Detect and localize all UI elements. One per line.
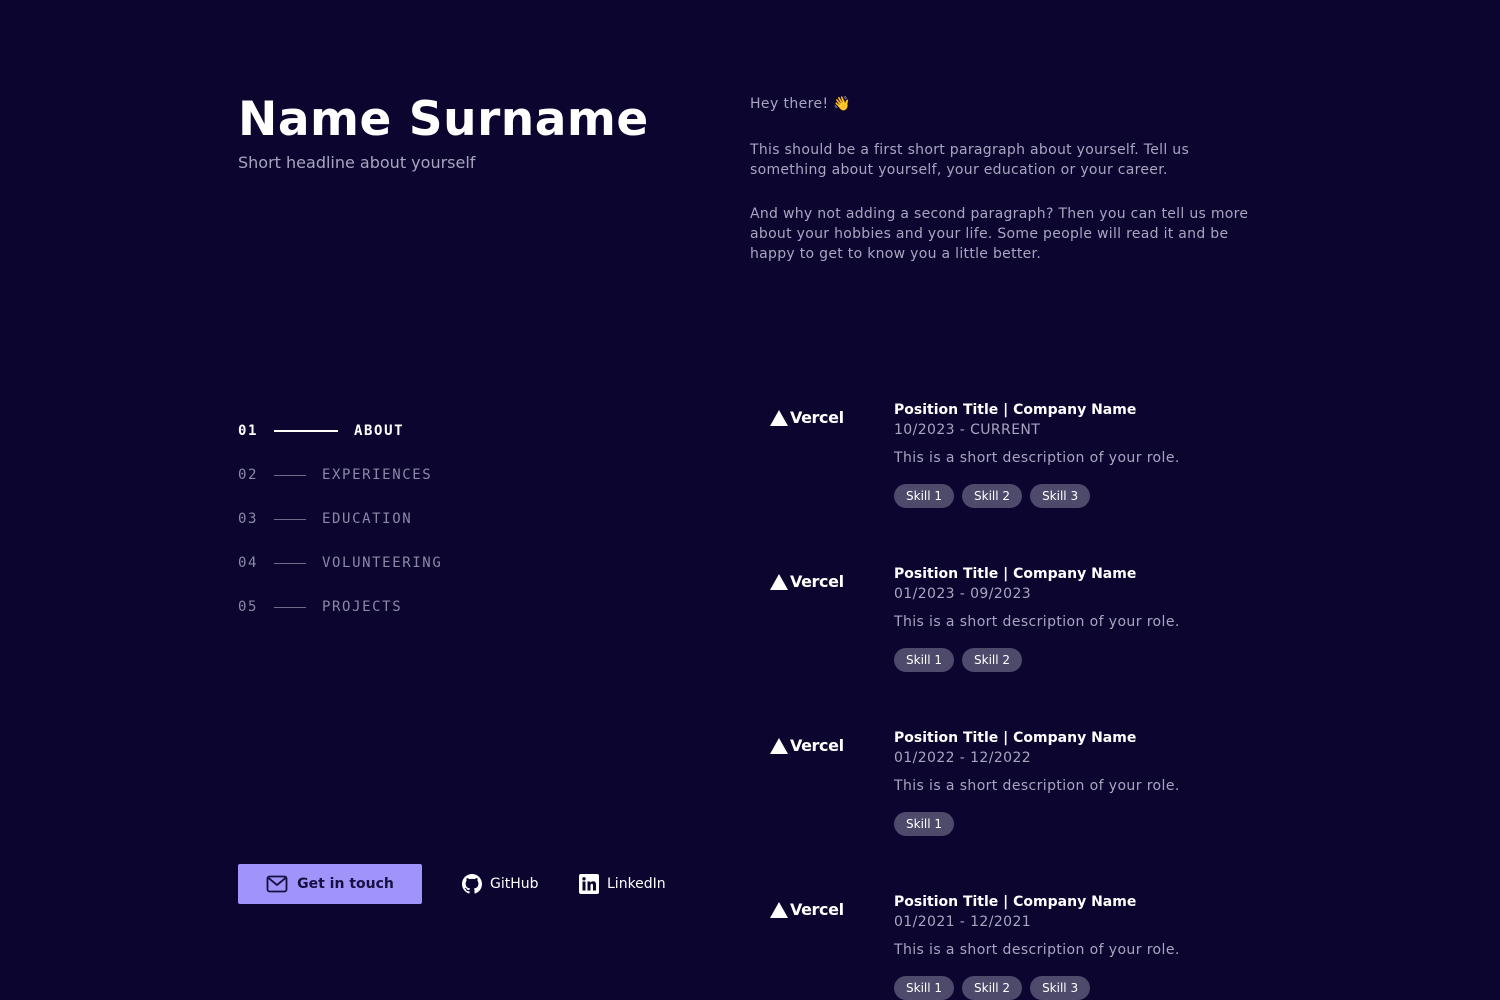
github-link[interactable]: GitHub <box>462 872 539 896</box>
nav-label: VOLUNTEERING <box>322 555 443 571</box>
experience-description: This is a short description of your role… <box>894 614 1180 630</box>
vercel-triangle-icon <box>770 573 788 590</box>
skill-list: Skill 1 Skill 2 Skill 3 <box>894 484 1294 508</box>
experience-title: Position Title | Company Name <box>894 566 1137 582</box>
experience-item: Vercel Position Title | Company Name 01/… <box>770 728 1290 858</box>
nav-item-volunteering[interactable]: 04 VOLUNTEERING <box>238 552 442 574</box>
linkedin-link[interactable]: LinkedIn <box>579 872 666 896</box>
github-label: GitHub <box>490 876 539 892</box>
nav-indicator-line <box>274 562 306 564</box>
logo-text: Vercel <box>790 736 844 755</box>
headline: Short headline about yourself <box>238 153 476 172</box>
logo-text: Vercel <box>790 900 844 919</box>
skill-badge: Skill 2 <box>962 484 1023 508</box>
experience-date: 01/2023 - 09/2023 <box>894 586 1032 602</box>
experience-item: Vercel Position Title | Company Name 01/… <box>770 564 1290 694</box>
nav-label: ABOUT <box>354 423 405 439</box>
nav-item-education[interactable]: 03 EDUCATION <box>238 508 412 530</box>
experience-description: This is a short description of your role… <box>894 942 1180 958</box>
nav-label: EXPERIENCES <box>322 467 433 483</box>
nav-indicator-line <box>274 606 306 608</box>
skill-list: Skill 1 <box>894 812 1294 836</box>
nav-label: EDUCATION <box>322 511 413 527</box>
skill-badge: Skill 3 <box>1030 484 1091 508</box>
nav-indicator-line <box>274 474 306 476</box>
experience-title: Position Title | Company Name <box>894 894 1137 910</box>
skill-badge: Skill 2 <box>962 976 1023 1000</box>
skill-badge: Skill 1 <box>894 976 955 1000</box>
github-icon <box>462 874 482 894</box>
nav-number: 04 <box>238 555 259 571</box>
skill-badge: Skill 1 <box>894 484 955 508</box>
skill-badge: Skill 1 <box>894 812 955 836</box>
experience-item: Vercel Position Title | Company Name 10/… <box>770 400 1290 530</box>
experience-body: Position Title | Company Name 01/2023 - … <box>894 564 1294 672</box>
company-logo: Vercel <box>770 408 844 427</box>
mail-icon <box>266 875 288 893</box>
greeting: Hey there! 👋 <box>750 96 852 112</box>
company-logo: Vercel <box>770 900 844 919</box>
experience-title: Position Title | Company Name <box>894 402 1137 418</box>
get-in-touch-label: Get in touch <box>297 876 394 892</box>
experience-date: 01/2022 - 12/2022 <box>894 750 1032 766</box>
about-paragraph-1: This should be a first short paragraph a… <box>750 142 1190 178</box>
nav-item-projects[interactable]: 05 PROJECTS <box>238 596 402 618</box>
logo-text: Vercel <box>790 572 844 591</box>
nav-indicator-line <box>274 430 338 432</box>
experience-date: 10/2023 - CURRENT <box>894 422 1041 438</box>
nav-number: 01 <box>238 423 259 439</box>
nav-indicator-line <box>274 518 306 520</box>
experience-date: 01/2021 - 12/2021 <box>894 914 1032 930</box>
page-title: Name Surname <box>238 92 649 147</box>
nav-label: PROJECTS <box>322 599 403 615</box>
company-logo: Vercel <box>770 736 844 755</box>
logo-text: Vercel <box>790 408 844 427</box>
experience-body: Position Title | Company Name 01/2022 - … <box>894 728 1294 836</box>
about-paragraph-2: And why not adding a second paragraph? T… <box>750 206 1249 262</box>
vercel-triangle-icon <box>770 901 788 918</box>
skill-list: Skill 1 Skill 2 <box>894 648 1294 672</box>
get-in-touch-button[interactable]: Get in touch <box>238 864 422 904</box>
page: Name Surname Short headline about yourse… <box>0 0 1500 1000</box>
company-logo: Vercel <box>770 572 844 591</box>
experience-body: Position Title | Company Name 10/2023 - … <box>894 400 1294 508</box>
vercel-triangle-icon <box>770 737 788 754</box>
experience-description: This is a short description of your role… <box>894 778 1180 794</box>
nav-item-about[interactable]: 01 ABOUT <box>238 420 404 442</box>
experience-item: Vercel Position Title | Company Name 01/… <box>770 892 1290 1000</box>
skill-badge: Skill 2 <box>962 648 1023 672</box>
skill-list: Skill 1 Skill 2 Skill 3 <box>894 976 1294 1000</box>
experience-title: Position Title | Company Name <box>894 730 1137 746</box>
nav-number: 03 <box>238 511 259 527</box>
skill-badge: Skill 1 <box>894 648 955 672</box>
linkedin-label: LinkedIn <box>607 876 666 892</box>
experience-description: This is a short description of your role… <box>894 450 1180 466</box>
nav-number: 05 <box>238 599 259 615</box>
vercel-triangle-icon <box>770 409 788 426</box>
nav-item-experiences[interactable]: 02 EXPERIENCES <box>238 464 432 486</box>
linkedin-icon <box>579 874 599 894</box>
skill-badge: Skill 3 <box>1030 976 1091 1000</box>
nav-number: 02 <box>238 467 259 483</box>
experience-body: Position Title | Company Name 01/2021 - … <box>894 892 1294 1000</box>
